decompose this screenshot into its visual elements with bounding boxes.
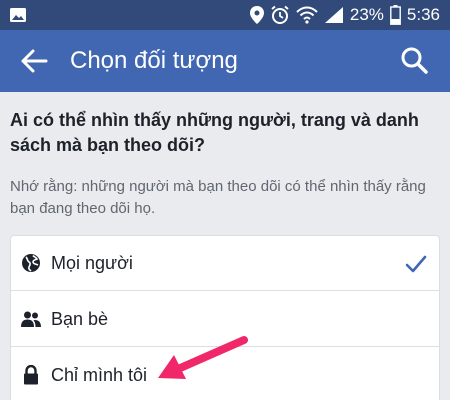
- status-bar: 23% 5:36: [0, 0, 450, 30]
- option-everyone[interactable]: Mọi người: [11, 236, 439, 291]
- option-label: Bạn bè: [51, 309, 109, 329]
- friends-icon: [21, 311, 41, 327]
- checkmark-icon: [405, 255, 427, 273]
- annotation-arrow: [158, 336, 248, 379]
- back-arrow-icon[interactable]: [20, 47, 48, 75]
- option-label: Chỉ mình tôi: [51, 365, 148, 385]
- alarm-icon: [271, 5, 289, 24]
- image-icon: [10, 8, 26, 22]
- search-icon[interactable]: [400, 46, 428, 74]
- location-icon: [249, 6, 264, 24]
- privacy-question: Ai có thể nhìn thấy những người, trang v…: [10, 110, 419, 155]
- battery-icon: [390, 5, 401, 25]
- signal-icon: [324, 7, 343, 23]
- page-title: Chọn đối tượng: [70, 47, 238, 74]
- option-label: Mọi người: [51, 253, 133, 273]
- battery-percent: 23%: [349, 5, 384, 24]
- privacy-note: Nhớ rằng: những người mà bạn theo dõi có…: [10, 178, 426, 217]
- globe-icon: [22, 254, 40, 272]
- wifi-icon: [296, 6, 318, 24]
- lock-icon: [24, 365, 38, 385]
- clock: 5:36: [406, 5, 440, 24]
- app-bar: Chọn đối tượng: [0, 30, 450, 92]
